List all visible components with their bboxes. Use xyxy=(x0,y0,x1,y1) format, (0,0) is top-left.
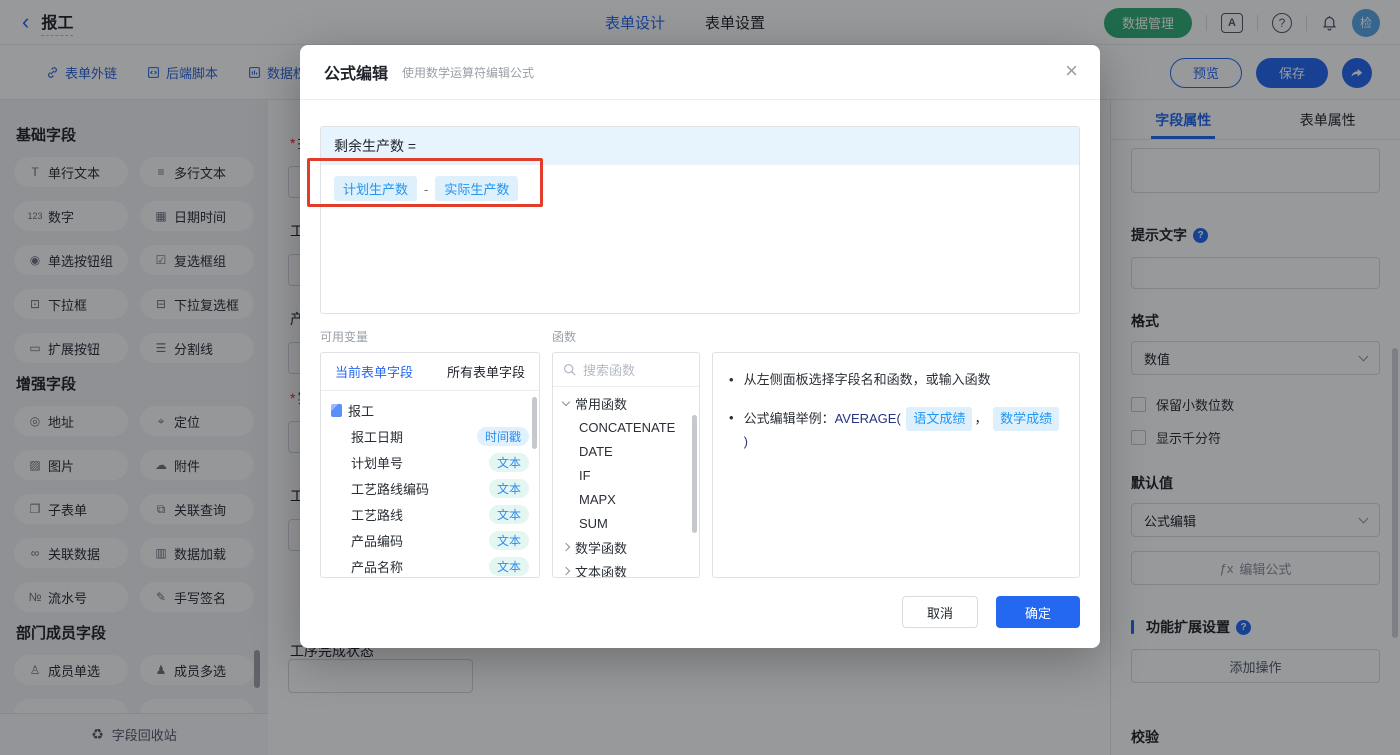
function-item[interactable]: SUM xyxy=(553,511,699,535)
variable-type-badge: 文本 xyxy=(488,478,529,498)
functions-scrollbar-thumb[interactable] xyxy=(692,415,697,533)
variable-row[interactable]: 工艺路线 文本 xyxy=(321,501,539,527)
variable-type-badge: 时间戳 xyxy=(476,426,529,446)
panel-labels: 可用变量 函数 xyxy=(320,328,1080,345)
minus-operator: - xyxy=(424,182,429,197)
tip-line-2: 公式编辑举例：AVERAGE( 语文成绩， 数学成绩 ) xyxy=(729,407,1063,453)
group-label: 常用函数 xyxy=(575,396,628,412)
variable-row[interactable]: 产品名称 文本 xyxy=(321,553,539,577)
variable-row[interactable]: 产品编码 文本 xyxy=(321,527,539,553)
group-label: 文本函数 xyxy=(575,564,628,578)
function-item[interactable]: IF xyxy=(553,463,699,487)
function-search[interactable]: 搜索函数 xyxy=(553,353,699,387)
variable-name: 工艺路线 xyxy=(351,507,404,523)
modal-body: 剩余生产数 = 计划生产数 - 实际生产数 可用变量 函数 当前表单字段 所有表单字… xyxy=(300,100,1100,628)
variable-type-badge: 文本 xyxy=(488,504,529,524)
formula-input-area[interactable]: 计划生产数 - 实际生产数 xyxy=(321,165,1079,313)
group-label: 数学函数 xyxy=(575,540,628,556)
tab-all-form-fields[interactable]: 所有表单字段 xyxy=(447,362,525,381)
variables-panel: 当前表单字段 所有表单字段 报工 报工日期 时间戳 计划单号 文本 工艺路线编码… xyxy=(320,352,540,578)
variables-label: 可用变量 xyxy=(320,330,369,344)
variable-type-badge: 文本 xyxy=(488,452,529,472)
formula-target: 剩余生产数 = xyxy=(321,127,1079,165)
functions-label: 函数 xyxy=(552,330,577,344)
app-root: ‹ 报工 表单设计 表单设置 数据管理 A ? 检 表单外链 后端脚本 数据权限… xyxy=(0,0,1400,755)
comma: ， xyxy=(974,411,988,426)
variable-name: 报工 xyxy=(348,403,375,419)
variable-type-badge: 文本 xyxy=(488,556,529,576)
confirm-button[interactable]: 确定 xyxy=(996,596,1080,628)
modal-title: 公式编辑 xyxy=(324,66,389,83)
tip-example-close: ) xyxy=(743,434,748,449)
variables-list: 报工 报工日期 时间戳 计划单号 文本 工艺路线编码 文本 工艺路线 文本 产品… xyxy=(321,391,539,577)
function-item[interactable]: DATE xyxy=(553,439,699,463)
chevron-right-icon xyxy=(561,566,571,576)
example-field-chip: 语文成绩 xyxy=(906,407,973,431)
function-item[interactable]: MAPX xyxy=(553,487,699,511)
functions-panel: 搜索函数 常用函数 CONCATENATE DATE IF MAPX SUM 数… xyxy=(552,352,700,578)
variable-row[interactable]: 计划单号 文本 xyxy=(321,449,539,475)
close-icon[interactable]: × xyxy=(1065,59,1078,83)
tab-current-form-fields[interactable]: 当前表单字段 xyxy=(335,362,413,381)
tip-example-prefix: 公式编辑举例： xyxy=(743,411,835,426)
variable-root-row[interactable]: 报工 xyxy=(321,397,539,423)
example-field-chip: 数学成绩 xyxy=(993,407,1060,431)
tip-line-1: 从左侧面板选择字段名和函数，或输入函数 xyxy=(729,369,1063,391)
chevron-down-icon xyxy=(561,397,571,406)
variable-name: 计划单号 xyxy=(351,455,404,471)
formula-tips-panel: 从左侧面板选择字段名和函数，或输入函数 公式编辑举例：AVERAGE( 语文成绩… xyxy=(712,352,1080,578)
variable-name: 工艺路线编码 xyxy=(351,481,430,497)
modal-header: 公式编辑 使用数学运算符编辑公式 × xyxy=(300,45,1100,100)
function-item[interactable]: CONCATENATE xyxy=(553,415,699,439)
variable-row[interactable]: 报工日期 时间戳 xyxy=(321,423,539,449)
function-tree: 常用函数 CONCATENATE DATE IF MAPX SUM 数学函数 文… xyxy=(553,387,699,578)
tip-example-function: AVERAGE( xyxy=(834,411,901,426)
chevron-right-icon xyxy=(561,542,571,552)
formula-edit-modal: 公式编辑 使用数学运算符编辑公式 × 剩余生产数 = 计划生产数 - 实际生产数 可… xyxy=(300,45,1100,648)
modal-footer: 取消 确定 xyxy=(320,596,1080,628)
cancel-button[interactable]: 取消 xyxy=(902,596,978,628)
variables-scrollbar-thumb[interactable] xyxy=(532,397,537,449)
variable-name: 产品编码 xyxy=(351,533,404,549)
modal-subtitle: 使用数学运算符编辑公式 xyxy=(402,65,535,80)
panels-row: 当前表单字段 所有表单字段 报工 报工日期 时间戳 计划单号 文本 工艺路线编码… xyxy=(320,352,1080,578)
variable-row[interactable]: 工艺路线编码 文本 xyxy=(321,475,539,501)
formula-field-chip[interactable]: 计划生产数 xyxy=(334,176,418,201)
variables-tabs: 当前表单字段 所有表单字段 xyxy=(321,353,539,391)
search-placeholder: 搜索函数 xyxy=(583,363,636,378)
function-group-common[interactable]: 常用函数 xyxy=(553,391,699,415)
function-group-text[interactable]: 文本函数 xyxy=(553,559,699,578)
variable-name: 产品名称 xyxy=(351,559,404,575)
form-doc-icon xyxy=(331,403,342,417)
search-icon xyxy=(563,363,576,376)
variable-name: 报工日期 xyxy=(351,429,404,445)
function-group-math[interactable]: 数学函数 xyxy=(553,535,699,559)
formula-field-chip[interactable]: 实际生产数 xyxy=(435,176,519,201)
variable-type-badge: 文本 xyxy=(488,530,529,550)
formula-editor: 剩余生产数 = 计划生产数 - 实际生产数 xyxy=(320,126,1080,314)
